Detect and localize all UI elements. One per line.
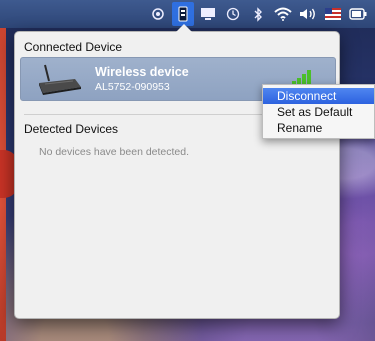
- bluetooth-icon[interactable]: [247, 3, 269, 25]
- menu-item-rename[interactable]: Rename: [263, 120, 374, 136]
- no-devices-message: No devices have been detected.: [39, 146, 190, 158]
- device-id: AL5752-090953: [95, 81, 170, 93]
- wifi-icon[interactable]: [272, 3, 294, 25]
- device-popover: Connected Device Wireless device AL5752-…: [14, 24, 340, 319]
- menu-item-disconnect[interactable]: Disconnect: [263, 88, 374, 104]
- battery-icon[interactable]: [347, 3, 369, 25]
- router-icon: [39, 64, 81, 95]
- volume-icon[interactable]: [297, 3, 319, 25]
- device-name: Wireless device: [95, 65, 189, 79]
- popover-arrow: [176, 24, 192, 32]
- flag-icon[interactable]: [322, 3, 344, 25]
- time-machine-icon[interactable]: [222, 3, 244, 25]
- menu-item-set-as-default[interactable]: Set as Default: [263, 104, 374, 120]
- display-icon[interactable]: [197, 3, 219, 25]
- device-manager-icon[interactable]: [172, 2, 194, 26]
- detected-devices-heading: Detected Devices: [24, 122, 119, 136]
- connected-device-heading: Connected Device: [24, 40, 123, 54]
- device-context-menu: Disconnect Set as Default Rename: [262, 84, 375, 139]
- cloud-sync-icon[interactable]: [147, 3, 169, 25]
